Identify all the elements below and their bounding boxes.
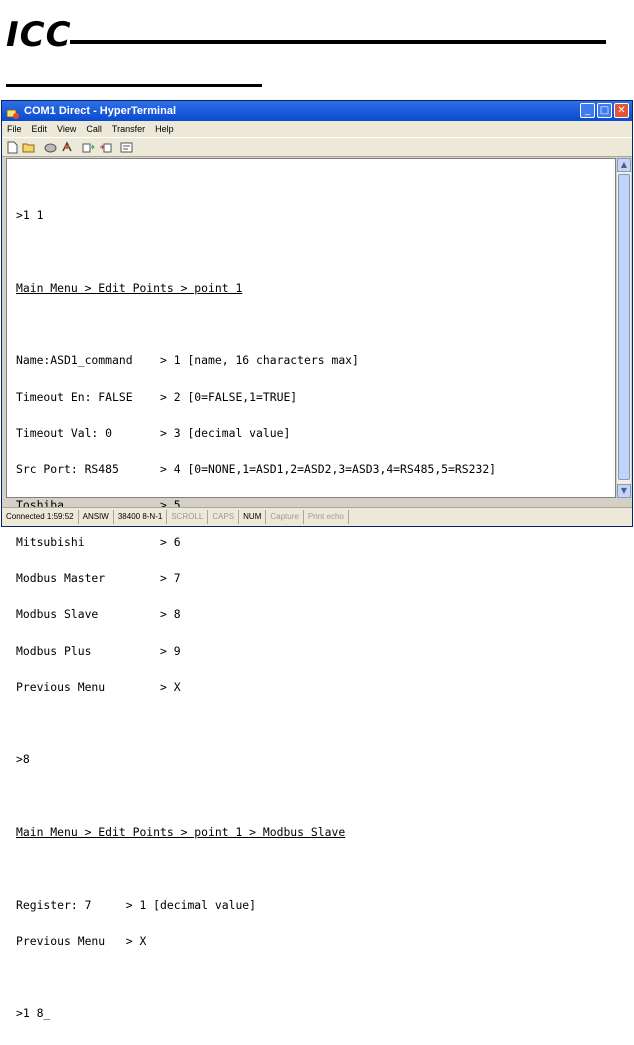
toolbar: [2, 137, 632, 157]
title-bar[interactable]: COM1 Direct - HyperTerminal _ □ ✕: [2, 101, 632, 121]
hyperterminal-window: COM1 Direct - HyperTerminal _ □ ✕ File E…: [1, 100, 633, 1019]
new-icon[interactable]: [5, 141, 19, 154]
terminal-line: Name:ASD1_command > 1 [name, 16 characte…: [16, 353, 359, 368]
menu-bar: File Edit View Call Transfer Help: [2, 121, 632, 137]
open-icon[interactable]: [22, 141, 36, 154]
terminal-line: Timeout Val: 0 > 3 [decimal value]: [16, 425, 291, 440]
receive-icon[interactable]: [98, 141, 112, 154]
status-num: NUM: [239, 510, 267, 524]
status-capture: Capture: [266, 510, 304, 524]
menu-edit[interactable]: Edit: [27, 124, 53, 134]
window-title: COM1 Direct - HyperTerminal: [24, 105, 177, 117]
menu-transfer[interactable]: Transfer: [107, 124, 150, 134]
send-icon[interactable]: [81, 141, 95, 154]
scroll-up-icon[interactable]: ▲: [617, 158, 631, 172]
hyperterminal-icon: [6, 105, 20, 119]
menu-view[interactable]: View: [52, 124, 81, 134]
status-connected: Connected 1:59:52: [2, 510, 79, 524]
terminal-line: Register: 7 > 1 [decimal value]: [16, 897, 257, 912]
terminal-line: Mitsubishi > 6: [16, 534, 181, 549]
menu-call[interactable]: Call: [81, 124, 107, 134]
terminal-screen[interactable]: >1 1 Main Menu > Edit Points > point 1 N…: [6, 158, 616, 1019]
menu-help[interactable]: Help: [150, 124, 179, 134]
scroll-down-icon[interactable]: ▼: [617, 484, 631, 498]
status-scroll: SCROLL: [167, 510, 209, 524]
status-emulation: ANSIW: [79, 510, 114, 524]
vertical-scrollbar[interactable]: ▲ ▼: [616, 158, 631, 498]
close-button[interactable]: ✕: [614, 103, 629, 118]
terminal-line: Previous Menu > X: [16, 679, 181, 694]
header-rule: [70, 40, 606, 44]
terminal-breadcrumb: Main Menu > Edit Points > point 1: [16, 280, 243, 295]
status-print-echo: Print echo: [304, 510, 349, 524]
terminal-line: >1 1: [16, 208, 44, 223]
terminal-line: >8: [16, 752, 30, 767]
status-port-settings: 38400 8-N-1: [114, 510, 168, 524]
terminal-line: Modbus Master > 7: [16, 571, 181, 585]
terminal-line: Timeout En: FALSE > 2 [0=FALSE,1=TRUE]: [16, 389, 298, 404]
properties-icon[interactable]: [119, 141, 133, 154]
terminal-line: Modbus Plus > 9: [16, 643, 181, 658]
terminal-breadcrumb: Main Menu > Edit Points > point 1 > Modb…: [16, 824, 346, 839]
call-icon[interactable]: [43, 141, 57, 154]
terminal-prompt[interactable]: >1 8_: [16, 1007, 496, 1019]
disconnect-icon[interactable]: [60, 141, 74, 154]
terminal-output: >1 1 Main Menu > Edit Points > point 1 N…: [16, 185, 496, 1044]
terminal-line: Src Port: RS485 > 4 [0=NONE,1=ASD1,2=ASD…: [16, 462, 497, 477]
status-bar: Connected 1:59:52 ANSIW 38400 8-N-1 SCRO…: [2, 507, 632, 526]
minimize-button[interactable]: _: [580, 103, 595, 118]
status-caps: CAPS: [208, 510, 240, 524]
menu-file[interactable]: File: [2, 124, 27, 134]
maximize-button[interactable]: □: [597, 103, 612, 118]
header-rule-short: [6, 84, 262, 87]
terminal-line: Previous Menu > X: [16, 933, 147, 948]
icc-logo: ICC: [6, 15, 72, 55]
terminal-line: Modbus Slave > 8: [16, 607, 181, 622]
scroll-thumb[interactable]: [618, 174, 630, 480]
